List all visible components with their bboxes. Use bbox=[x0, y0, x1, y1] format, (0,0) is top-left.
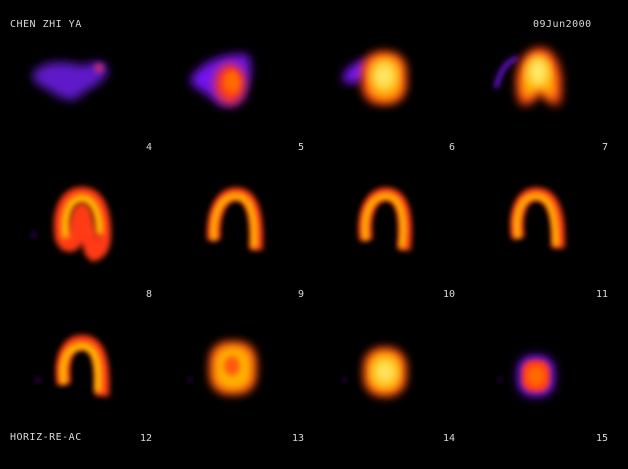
slice-number-7: 7 bbox=[602, 142, 608, 153]
slice-9-image bbox=[207, 187, 263, 251]
slice-number-15: 15 bbox=[596, 433, 608, 444]
slice-15-image bbox=[497, 356, 554, 396]
slice-number-13: 13 bbox=[292, 433, 304, 444]
slice-6-image bbox=[342, 52, 406, 104]
slice-11-image bbox=[510, 187, 565, 249]
slice-4-image bbox=[32, 62, 108, 100]
slice-10-image bbox=[358, 187, 412, 251]
slice-number-14: 14 bbox=[443, 433, 455, 444]
slice-number-4: 4 bbox=[146, 142, 152, 153]
slice-number-10: 10 bbox=[443, 289, 455, 300]
slice-14-image bbox=[342, 348, 406, 396]
slice-5-image bbox=[190, 54, 251, 106]
slice-7-image bbox=[494, 47, 562, 106]
slice-grid: 4 5 6 7 8 9 10 11 12 13 14 15 bbox=[31, 47, 608, 444]
slice-12-image bbox=[35, 334, 110, 397]
slice-number-11: 11 bbox=[596, 289, 608, 300]
slice-number-6: 6 bbox=[449, 142, 455, 153]
slice-number-5: 5 bbox=[298, 142, 304, 153]
slice-number-8: 8 bbox=[146, 289, 152, 300]
slice-number-9: 9 bbox=[298, 289, 304, 300]
slice-8-image bbox=[31, 186, 112, 262]
slice-number-12: 12 bbox=[140, 433, 152, 444]
slice-13-image bbox=[187, 342, 256, 394]
